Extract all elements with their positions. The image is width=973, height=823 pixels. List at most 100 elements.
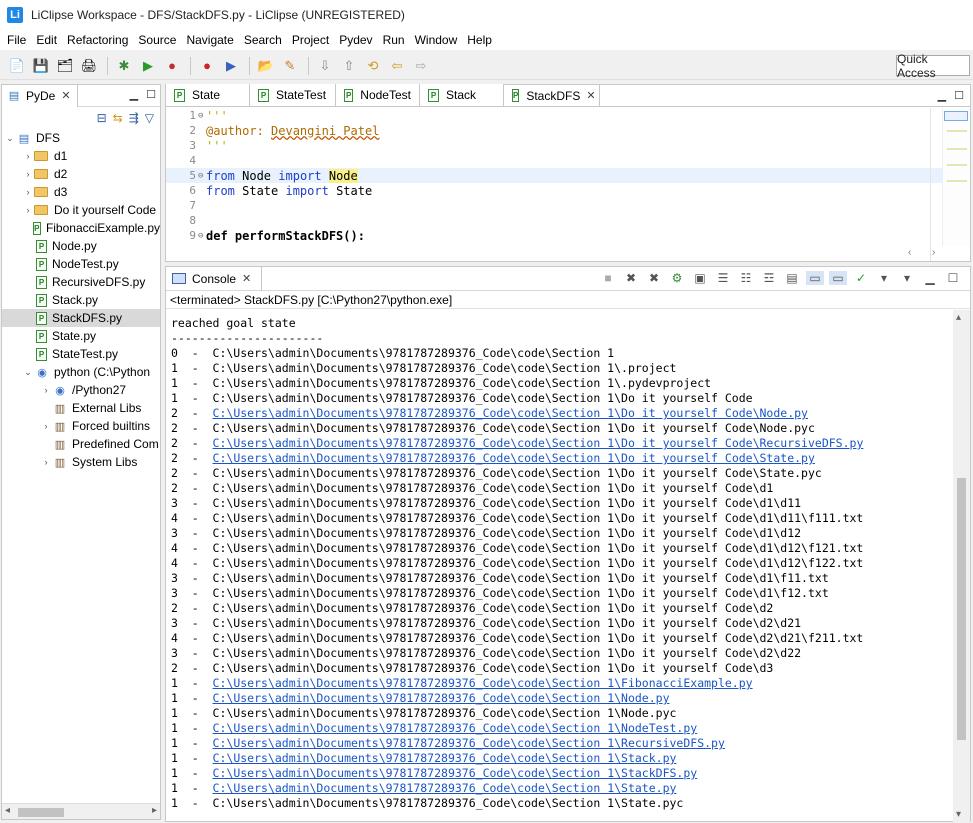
console-line[interactable]: 1 - C:\Users\admin\Documents\97817872893…: [171, 766, 952, 781]
close-icon[interactable]: ✕: [586, 89, 595, 102]
maximize-icon[interactable]: ☐: [954, 89, 964, 102]
maximize-icon[interactable]: ☐: [146, 88, 156, 101]
collapse-all-icon[interactable]: ⊟: [97, 111, 107, 125]
close-icon[interactable]: ✕: [61, 89, 70, 102]
console-file-link[interactable]: C:\Users\admin\Documents\9781787289376_C…: [213, 406, 808, 420]
menu-edit[interactable]: Edit: [31, 33, 62, 47]
explorer-horizontal-scrollbar[interactable]: ◂ ▸: [2, 803, 160, 819]
link-editor-icon[interactable]: ⇆: [113, 111, 123, 125]
menu-navigate[interactable]: Navigate: [181, 33, 238, 47]
console-output[interactable]: reached goal state ----------------------…: [166, 310, 952, 822]
save-all-icon[interactable]: 🗂: [54, 55, 76, 77]
tree-item[interactable]: P Stack.py: [2, 291, 160, 309]
fold-icon[interactable]: ⊖: [198, 111, 206, 121]
remove-all-launches-icon[interactable]: ✖: [645, 271, 663, 285]
scroll-left-icon[interactable]: ◂: [5, 805, 10, 816]
console-line[interactable]: 1 - C:\Users\admin\Documents\97817872893…: [171, 721, 952, 736]
back-icon[interactable]: ⇦: [386, 55, 408, 77]
fold-icon[interactable]: ⊖: [198, 171, 206, 181]
chevron-down-icon[interactable]: ⌄: [4, 133, 16, 144]
console-file-link[interactable]: C:\Users\admin\Documents\9781787289376_C…: [213, 436, 864, 450]
scrollbar-thumb[interactable]: [957, 478, 966, 740]
tree-item[interactable]: P State.py: [2, 327, 160, 345]
annotation-marker[interactable]: [947, 180, 967, 182]
editor-tab-state[interactable]: P State: [166, 84, 250, 106]
stop-icon[interactable]: ●: [196, 55, 218, 77]
run-external-icon[interactable]: ●: [161, 55, 183, 77]
annotation-marker[interactable]: [947, 148, 967, 150]
editor-horizontal-scrollbar[interactable]: ‹ ›: [166, 247, 970, 261]
pin-console-icon[interactable]: ✓: [852, 271, 870, 285]
tree-item[interactable]: › d1: [2, 147, 160, 165]
clear-console-icon[interactable]: ☰: [714, 271, 732, 285]
show-on-stdout-icon[interactable]: ▭: [806, 271, 824, 285]
tree-item[interactable]: ⌄ ▤ DFS: [2, 129, 160, 147]
scroll-up-icon[interactable]: ▴: [956, 312, 961, 323]
chevron-down-icon[interactable]: ⌄: [22, 367, 34, 378]
minimize-icon[interactable]: ▁: [921, 271, 939, 285]
console-line[interactable]: 2 - C:\Users\admin\Documents\97817872893…: [171, 436, 952, 451]
editor-text-area[interactable]: 1 ⊖ ''' 2 @author: Devangini Patel 3 ''' 4 5…: [166, 108, 970, 261]
chevron-right-icon[interactable]: ›: [22, 205, 34, 215]
menu-help[interactable]: Help: [462, 33, 497, 47]
scroll-right-icon[interactable]: ▸: [152, 805, 157, 816]
editor-tab-statetest[interactable]: P StateTest: [250, 84, 336, 106]
tree-item[interactable]: P StackDFS.py: [2, 309, 160, 327]
fold-icon[interactable]: ⊖: [198, 231, 206, 241]
console-file-link[interactable]: C:\Users\admin\Documents\9781787289376_C…: [213, 751, 677, 765]
scroll-right-icon[interactable]: ›: [932, 247, 935, 258]
tree-item[interactable]: › d3: [2, 183, 160, 201]
menu-refactoring[interactable]: Refactoring: [62, 33, 133, 47]
chevron-right-icon[interactable]: ›: [22, 151, 34, 161]
menu-file[interactable]: File: [2, 33, 31, 47]
maximize-icon[interactable]: ☐: [944, 271, 962, 285]
chevron-right-icon[interactable]: ›: [40, 457, 52, 467]
console-line[interactable]: 1 - C:\Users\admin\Documents\97817872893…: [171, 781, 952, 796]
console-file-link[interactable]: C:\Users\admin\Documents\9781787289376_C…: [213, 451, 815, 465]
tab-pydev-explorer[interactable]: ▤ PyDe ✕: [2, 84, 78, 107]
editor-tab-stack[interactable]: P Stack: [420, 84, 504, 106]
scroll-left-icon[interactable]: ‹: [908, 247, 911, 258]
view-menu-icon[interactable]: ▽: [145, 111, 154, 125]
save-icon[interactable]: 💾: [30, 55, 52, 77]
menu-source[interactable]: Source: [133, 33, 181, 47]
forward-icon[interactable]: ⇨: [410, 55, 432, 77]
tree-item[interactable]: › Do it yourself Code: [2, 201, 160, 219]
display-console-icon[interactable]: ▾: [875, 271, 893, 285]
tree-item[interactable]: › d2: [2, 165, 160, 183]
annotation-marker[interactable]: [947, 130, 967, 132]
tree-item[interactable]: › ▥ Forced builtins: [2, 417, 160, 435]
console-line[interactable]: 2 - C:\Users\admin\Documents\97817872893…: [171, 406, 952, 421]
console-file-link[interactable]: C:\Users\admin\Documents\9781787289376_C…: [213, 676, 753, 690]
open-console-icon[interactable]: ▾: [898, 271, 916, 285]
tree-item[interactable]: P StateTest.py: [2, 345, 160, 363]
show-on-stderr-icon[interactable]: ▭: [829, 271, 847, 285]
pin-icon[interactable]: ✎: [279, 55, 301, 77]
remove-launch-icon[interactable]: ✖: [622, 271, 640, 285]
tree-item[interactable]: › ◉ /Python27: [2, 381, 160, 399]
new-icon[interactable]: 📄: [6, 55, 28, 77]
tree-item[interactable]: ▥ Predefined Com: [2, 435, 160, 453]
minimize-icon[interactable]: ▁: [130, 88, 138, 101]
menu-project[interactable]: Project: [287, 33, 334, 47]
word-wrap-icon[interactable]: ☲: [760, 271, 778, 285]
scroll-lock-icon[interactable]: ☷: [737, 271, 755, 285]
save-output-icon[interactable]: ▤: [783, 271, 801, 285]
console-file-link[interactable]: C:\Users\admin\Documents\9781787289376_C…: [213, 736, 725, 750]
debug-console-icon[interactable]: ⚙: [668, 271, 686, 285]
annotation-marker[interactable]: [947, 164, 967, 166]
console-file-link[interactable]: C:\Users\admin\Documents\9781787289376_C…: [213, 766, 698, 780]
menu-run[interactable]: Run: [378, 33, 410, 47]
tree-item[interactable]: P Node.py: [2, 237, 160, 255]
last-edit-icon[interactable]: ⟲: [362, 55, 384, 77]
display-selected-console-icon[interactable]: ▣: [691, 271, 709, 285]
tab-console[interactable]: Console ✕: [166, 266, 263, 291]
console-line[interactable]: 1 - C:\Users\admin\Documents\97817872893…: [171, 691, 952, 706]
tree-item[interactable]: P RecursiveDFS.py: [2, 273, 160, 291]
console-file-link[interactable]: C:\Users\admin\Documents\9781787289376_C…: [213, 691, 670, 705]
terminate-icon[interactable]: ■: [599, 271, 617, 285]
prev-annotation-icon[interactable]: ⇧: [338, 55, 360, 77]
filter-icon[interactable]: ⇶: [129, 111, 139, 125]
scrollbar-thumb[interactable]: [18, 808, 64, 817]
console-file-link[interactable]: C:\Users\admin\Documents\9781787289376_C…: [213, 721, 698, 735]
